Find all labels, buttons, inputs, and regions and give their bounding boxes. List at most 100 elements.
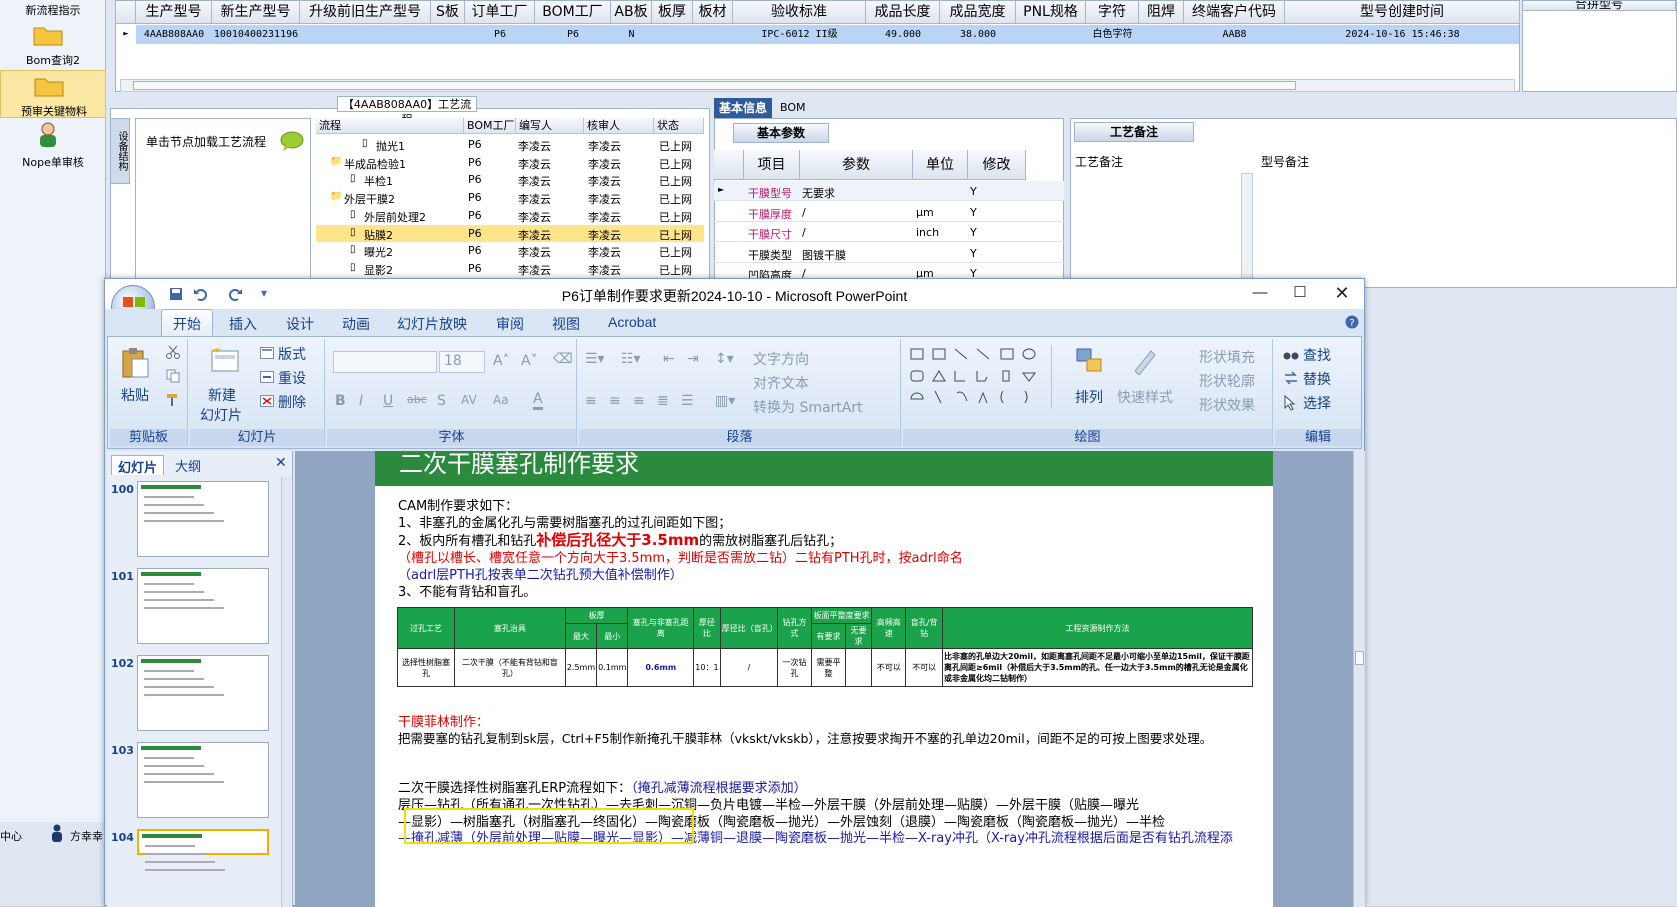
tree-row[interactable]: ▯ 曝光2 P6 李凌云 李凌云 已上网 [316, 242, 704, 260]
tree-header[interactable]: BOM工厂 [464, 118, 516, 134]
shapes-gallery-scroll[interactable] [1051, 345, 1063, 409]
slide-thumbnail[interactable] [137, 568, 269, 644]
format-painter-icon[interactable] [166, 393, 180, 407]
grid-header[interactable]: AB板 [611, 1, 652, 24]
tab-animation[interactable]: 动画 [342, 314, 370, 334]
undo-icon[interactable] [193, 287, 209, 301]
grid-cell[interactable]: 白色字符 [1086, 25, 1139, 44]
paste-button[interactable]: 粘贴 [121, 385, 149, 405]
shadow-button[interactable]: S [437, 393, 446, 409]
grow-font-button[interactable]: A˄ [493, 353, 510, 369]
nav-item-nope-review[interactable]: Nope单审核 [0, 120, 106, 169]
tab-slides[interactable]: 幻灯片 [111, 455, 165, 476]
tree-header[interactable]: 状态 [654, 118, 704, 134]
tree-row[interactable]: 📁 外层干膜2 P6 李凌云 李凌云 已上网 [316, 189, 704, 207]
shrink-font-button[interactable]: A˅ [521, 353, 538, 369]
grid-header[interactable]: 订单工厂 [465, 1, 535, 24]
paste-icon[interactable] [120, 347, 150, 379]
layout-button[interactable]: 版式 [278, 344, 306, 364]
grid-cell[interactable]: 4AAB808AA0 [136, 25, 212, 44]
info-header[interactable]: 单位 [913, 150, 968, 180]
grid-header[interactable]: 合拼型号 [1523, 1, 1676, 11]
copy-icon[interactable] [166, 369, 180, 383]
grid-header[interactable]: 板材 [693, 1, 733, 24]
grid-cell[interactable]: P6 [465, 25, 535, 44]
cut-icon[interactable] [166, 345, 180, 359]
help-icon[interactable]: ? [1345, 315, 1359, 329]
clear-format-icon[interactable]: ⌫ [553, 351, 573, 367]
distribute-button[interactable]: ☰ [681, 393, 694, 409]
slide-thumbnail[interactable] [137, 655, 269, 731]
tree-row[interactable]: ▯ 外层前处理2 P6 李凌云 李凌云 已上网 [316, 207, 704, 225]
new-slide-icon[interactable] [210, 347, 240, 373]
tab-design[interactable]: 设计 [286, 314, 314, 334]
tree-row[interactable]: ▯ 抛光1 P6 李凌云 李凌云 已上网 [316, 136, 704, 154]
select-button[interactable]: 选择 [1303, 393, 1331, 413]
grid-cell[interactable]: 38.000 [940, 25, 1016, 44]
tab-acrobat[interactable]: Acrobat [608, 314, 656, 330]
tree-row[interactable]: 📁 半成品检验1 P6 李凌云 李凌云 已上网 [316, 154, 704, 172]
tab-insert[interactable]: 插入 [229, 314, 257, 334]
grid-cell[interactable]: N [611, 25, 652, 44]
grid-header[interactable]: 成品宽度 [940, 1, 1016, 24]
process-tab[interactable]: 【4AAB808AA0】工艺流程 [337, 96, 477, 126]
info-row[interactable]: 干膜厚度 / μm Y [714, 202, 1064, 222]
find-button[interactable]: 查找 [1303, 345, 1331, 365]
delete-button[interactable]: 删除 [278, 392, 306, 412]
note-title-tab[interactable]: 工艺备注 [1074, 122, 1194, 142]
change-case-button[interactable]: Aa [493, 393, 509, 407]
tree-row[interactable]: ▯ 贴膜2 P6 李凌云 李凌云 已上网 [316, 224, 704, 243]
line-spacing-button[interactable]: ↕▾ [715, 351, 734, 367]
tab-view[interactable]: 视图 [552, 314, 580, 334]
requirement-table[interactable]: 过孔工艺 塞孔治具 板厚 塞孔与非塞孔距离 厚径比 厚径比（盲孔） 钻孔方式 板… [397, 607, 1253, 687]
tab-slideshow[interactable]: 幻灯片放映 [397, 314, 467, 334]
slide-thumbnail[interactable] [137, 829, 269, 871]
decrease-indent-button[interactable]: ⇤ [663, 351, 675, 367]
tab-review[interactable]: 审阅 [496, 314, 524, 334]
grid-header[interactable]: 验收标准 [733, 1, 866, 24]
new-slide-dropdown[interactable]: 幻灯片 [200, 405, 242, 425]
info-row[interactable]: 干膜类型 图镀干膜 Y [714, 243, 1064, 263]
font-color-button[interactable]: A [533, 391, 543, 410]
thumbnail-scrollbar[interactable] [281, 477, 291, 907]
new-slide-button[interactable]: 新建 [208, 385, 236, 405]
current-slide[interactable]: 二次干膜塞孔制作要求 CAM制作要求如下： 1、非塞孔的金属化孔与需要树脂塞孔的… [375, 451, 1273, 907]
font-name-select[interactable] [333, 351, 437, 373]
underline-button[interactable]: U [383, 393, 393, 409]
convert-smartart-button[interactable]: 转换为 SmartArt [753, 397, 863, 417]
align-center-button[interactable]: ≡ [609, 393, 621, 409]
grid-header[interactable]: 生产型号 [136, 1, 212, 24]
arrange-button[interactable]: 排列 [1075, 387, 1103, 407]
numbering-button[interactable]: ☷▾ [621, 351, 641, 367]
bullets-button[interactable]: ☰▾ [585, 351, 605, 367]
tree-header[interactable]: 流程 [316, 118, 464, 134]
info-header[interactable]: 修改 [968, 150, 1026, 180]
info-header[interactable]: 参数 [800, 150, 913, 180]
redo-icon[interactable] [227, 287, 243, 301]
shapes-gallery[interactable] [909, 345, 1051, 409]
grid-header[interactable]: S板 [431, 1, 465, 24]
grid-cell[interactable]: IPC-6012 II级 [733, 25, 866, 44]
quick-styles-button[interactable]: 快速样式 [1117, 387, 1173, 407]
grid-header[interactable]: 型号创建时间 [1285, 1, 1520, 24]
close-button[interactable]: ✕ [1327, 283, 1357, 303]
grid-cell[interactable]: AAB8 [1184, 25, 1285, 44]
side-tab[interactable]: 设备结构 [110, 118, 130, 184]
save-icon[interactable] [169, 287, 183, 301]
grid-header[interactable]: 终端客户代码 [1184, 1, 1285, 24]
text-direction-button[interactable]: 文字方向 [753, 349, 809, 369]
info-header[interactable]: 项目 [744, 150, 800, 180]
scroll-thumb[interactable] [1355, 651, 1364, 665]
grid-header[interactable]: 升级前旧生产型号 [300, 1, 431, 24]
slide-text[interactable]: 3、不能有背钻和盲孔。 [398, 581, 536, 600]
grid-header[interactable]: PNL规格 [1016, 1, 1086, 24]
align-left-button[interactable]: ≡ [585, 393, 597, 409]
minimize-button[interactable]: — [1245, 283, 1275, 303]
quick-styles-icon[interactable] [1129, 347, 1157, 375]
grid-cell[interactable]: 49.000 [866, 25, 940, 44]
slide-thumbnail[interactable] [137, 742, 269, 818]
nav-item-prereview-materials[interactable]: 预审关键物料 [0, 70, 106, 118]
info-row[interactable]: 干膜尺寸 / inch Y [714, 222, 1064, 242]
increase-indent-button[interactable]: ⇥ [687, 351, 699, 367]
grid-cell[interactable]: 2024-10-16 15:46:38 [1285, 25, 1520, 44]
